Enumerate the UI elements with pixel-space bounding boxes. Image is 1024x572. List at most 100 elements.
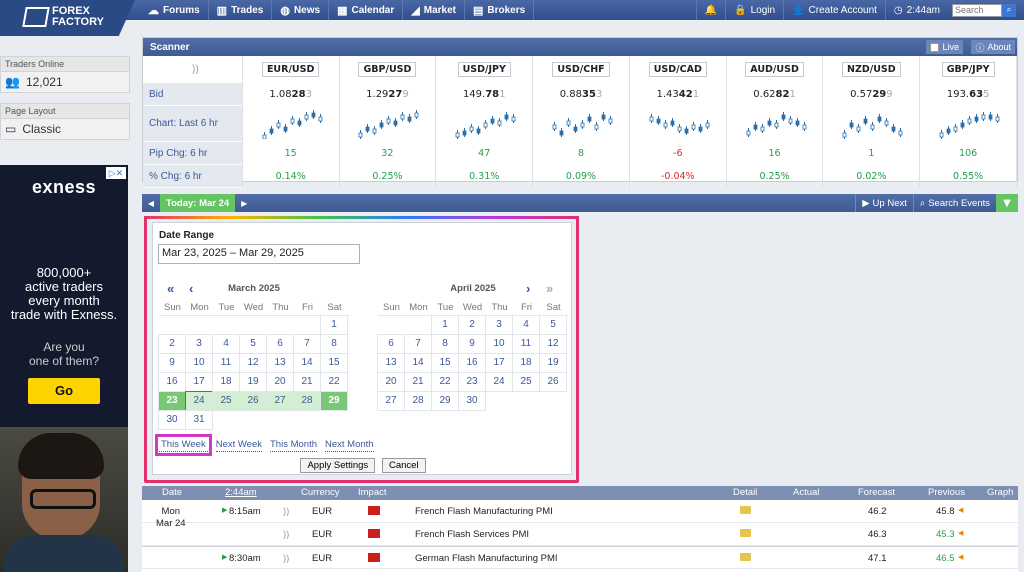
next-month-link[interactable]: Next Month	[325, 438, 374, 452]
date-range-input[interactable]: Mar 23, 2025 – Mar 29, 2025	[158, 244, 360, 264]
prev-month-icon[interactable]: ‹	[189, 281, 193, 296]
forex-factory-logo[interactable]: FOREX FACTORY	[0, 0, 135, 36]
calendar-day[interactable]: 5	[239, 334, 267, 354]
event-title[interactable]: French Flash Services PMI	[415, 529, 529, 540]
calendar-day[interactable]: 12	[239, 353, 267, 373]
up-next-button[interactable]: ▶ Up Next	[855, 194, 913, 212]
next-year-icon[interactable]: »	[546, 281, 553, 296]
calendar-day[interactable]: 20	[266, 372, 294, 392]
calendar-day[interactable]: 23	[458, 372, 486, 392]
calendar-day[interactable]: 26	[539, 372, 567, 392]
calendar-day[interactable]: 21	[293, 372, 321, 392]
calendar-day[interactable]: 2	[458, 315, 486, 335]
calendar-day[interactable]: 3	[485, 315, 513, 335]
calendar-day[interactable]: 16	[458, 353, 486, 373]
calendar-day[interactable]: 26	[239, 391, 267, 411]
next-day-button[interactable]: ▶	[235, 194, 253, 212]
pair-button[interactable]: NZD/USD	[842, 62, 901, 77]
exness-ad[interactable]: ▷✕ exness 800,000+ active traders every …	[0, 165, 128, 427]
mini-chart[interactable]	[823, 106, 919, 142]
folder-icon[interactable]	[740, 553, 751, 561]
calendar-day[interactable]: 15	[320, 353, 348, 373]
calendar-day[interactable]: 11	[212, 353, 240, 373]
ad-go-button[interactable]: Go	[28, 378, 100, 404]
calendar-day[interactable]: 14	[404, 353, 432, 373]
calendar-day[interactable]: 1	[431, 315, 459, 335]
nav-brokers[interactable]: ▤ Brokers	[465, 0, 535, 20]
pair-button[interactable]: GBP/JPY	[941, 62, 995, 77]
calendar-day[interactable]: 30	[158, 410, 186, 430]
calendar-day[interactable]: 9	[158, 353, 186, 373]
calendar-day[interactable]: 10	[185, 353, 213, 373]
event-title[interactable]: French Flash Manufacturing PMI	[415, 506, 553, 517]
prev-year-icon[interactable]: «	[167, 281, 174, 296]
calendar-day[interactable]: 15	[431, 353, 459, 373]
event-row[interactable]: ▶ 8:15am)) EUR French Flash Manufacturing P…	[142, 500, 1018, 523]
calendar-day[interactable]: 22	[431, 372, 459, 392]
calendar-day[interactable]: 2	[158, 334, 186, 354]
calendar-day[interactable]: 28	[293, 391, 321, 411]
prev-day-button[interactable]: ◀	[142, 194, 160, 212]
today-button[interactable]: Today: Mar 24	[160, 194, 236, 212]
calendar-day[interactable]: 4	[512, 315, 540, 335]
calendar-day[interactable]: 6	[377, 334, 405, 354]
nav-market[interactable]: ◢ Market	[403, 0, 465, 20]
nav-news[interactable]: ◍ News	[272, 0, 330, 20]
calendar-day[interactable]: 24	[485, 372, 513, 392]
mini-chart[interactable]	[243, 106, 339, 142]
calendar-day[interactable]: 16	[158, 372, 186, 392]
calendar-day[interactable]: 18	[212, 372, 240, 392]
calendar-day[interactable]: 23	[158, 391, 186, 411]
pair-button[interactable]: USD/JPY	[457, 62, 511, 77]
calendar-day[interactable]: 27	[377, 391, 405, 411]
calendar-day[interactable]: 1	[320, 315, 348, 335]
calendar-day[interactable]: 19	[539, 353, 567, 373]
next-week-link[interactable]: Next Week	[215, 438, 262, 452]
calendar-day[interactable]: 25	[212, 391, 240, 411]
calendar-day[interactable]: 24	[185, 391, 213, 411]
nav-forums[interactable]: ☁ Forums	[140, 0, 209, 20]
calendar-day[interactable]: 21	[404, 372, 432, 392]
calendar-day[interactable]: 8	[320, 334, 348, 354]
calendar-day[interactable]: 4	[212, 334, 240, 354]
event-row[interactable]: )) EUR French Flash Services PMI 46.3 45.3 ◀	[142, 523, 1018, 546]
next-month-icon[interactable]: ›	[526, 281, 530, 296]
folder-icon[interactable]	[740, 529, 751, 537]
search-events-button[interactable]: ⌕ Search Events	[912, 194, 996, 212]
apply-settings-button[interactable]: Apply Settings	[300, 458, 376, 473]
calendar-day[interactable]: 10	[485, 334, 513, 354]
pair-button[interactable]: GBP/USD	[358, 62, 417, 77]
login-button[interactable]: 🔒 Login	[725, 0, 783, 20]
calendar-day[interactable]: 7	[404, 334, 432, 354]
calendar-day[interactable]: 30	[458, 391, 486, 411]
calendar-day[interactable]: 11	[512, 334, 540, 354]
calendar-day[interactable]: 5	[539, 315, 567, 335]
nav-calendar[interactable]: ▦ Calendar	[329, 0, 404, 20]
calendar-day[interactable]: 28	[404, 391, 432, 411]
mini-chart[interactable]	[920, 106, 1016, 142]
calendar-day[interactable]: 13	[377, 353, 405, 373]
calendar-day[interactable]: 7	[293, 334, 321, 354]
pair-button[interactable]: EUR/USD	[261, 62, 320, 77]
live-toggle[interactable]: Live	[926, 40, 963, 54]
calendar-day[interactable]: 29	[320, 391, 348, 411]
live-checkbox[interactable]	[930, 42, 940, 52]
mini-chart[interactable]	[533, 106, 629, 142]
calendar-day[interactable]: 8	[431, 334, 459, 354]
this-month-link[interactable]: This Month	[270, 438, 317, 452]
calendar-day[interactable]: 14	[293, 353, 321, 373]
mini-chart[interactable]	[727, 106, 823, 142]
calendar-day[interactable]: 9	[458, 334, 486, 354]
calendar-day[interactable]: 6	[266, 334, 294, 354]
notifications-button[interactable]: 🔔	[695, 0, 725, 20]
mini-chart[interactable]	[436, 106, 532, 142]
event-row[interactable]: ▶ 8:30am)) EUR German Flash Manufacturing P…	[142, 546, 1018, 569]
search-icon[interactable]: ⌕	[1002, 3, 1016, 17]
calendar-day[interactable]: 3	[185, 334, 213, 354]
cancel-button[interactable]: Cancel	[381, 458, 426, 473]
event-title[interactable]: German Flash Manufacturing PMI	[415, 553, 558, 564]
calendar-day[interactable]: 25	[512, 372, 540, 392]
folder-icon[interactable]	[740, 506, 751, 514]
calendar-day[interactable]: 17	[185, 372, 213, 392]
pair-button[interactable]: AUD/USD	[745, 62, 804, 77]
